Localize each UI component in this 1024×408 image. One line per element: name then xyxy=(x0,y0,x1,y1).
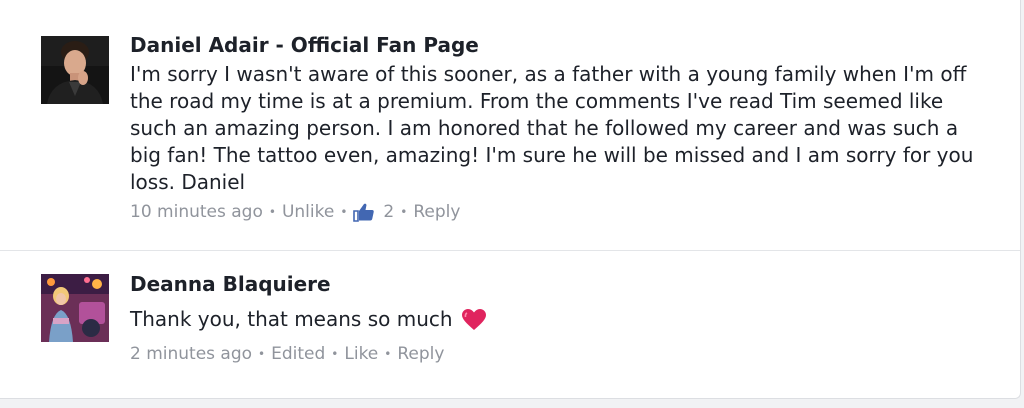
timestamp[interactable]: 2 minutes ago xyxy=(130,344,252,364)
separator: • xyxy=(331,347,339,361)
like-count-badge[interactable] xyxy=(353,202,375,222)
comment-meta: 10 minutes ago • Unlike • 2 • Reply xyxy=(130,202,460,222)
avatar-image xyxy=(41,274,109,342)
comment-text-content: Thank you, that means so much xyxy=(130,307,453,331)
reply-button[interactable]: Reply xyxy=(397,344,444,364)
comment-item: Deanna Blaquiere Thank you, that means s… xyxy=(0,251,1020,398)
reply-button[interactable]: Reply xyxy=(413,202,460,222)
edited-label[interactable]: Edited xyxy=(271,344,325,364)
separator: • xyxy=(258,347,266,361)
comment-author[interactable]: Deanna Blaquiere xyxy=(130,272,331,296)
timestamp[interactable]: 10 minutes ago xyxy=(130,202,263,222)
separator: • xyxy=(340,205,348,219)
thumbs-up-icon xyxy=(353,203,375,222)
comments-card: Daniel Adair - Official Fan Page I'm sor… xyxy=(0,0,1021,399)
like-button[interactable]: Like xyxy=(344,344,378,364)
avatar[interactable] xyxy=(41,36,109,104)
comment-author[interactable]: Daniel Adair - Official Fan Page xyxy=(130,33,479,57)
comment-meta: 2 minutes ago • Edited • Like • Reply xyxy=(130,344,444,364)
avatar-image xyxy=(41,36,109,104)
comment-text: Thank you, that means so much xyxy=(130,306,980,333)
separator: • xyxy=(268,205,276,219)
separator: • xyxy=(400,205,408,219)
unlike-button[interactable]: Unlike xyxy=(282,202,334,222)
heart-icon xyxy=(461,308,486,330)
comment-item: Daniel Adair - Official Fan Page I'm sor… xyxy=(0,0,1020,250)
like-count: 2 xyxy=(383,202,395,222)
avatar[interactable] xyxy=(41,274,109,342)
comment-text: I'm sorry I wasn't aware of this sooner,… xyxy=(130,62,974,194)
separator: • xyxy=(384,347,392,361)
